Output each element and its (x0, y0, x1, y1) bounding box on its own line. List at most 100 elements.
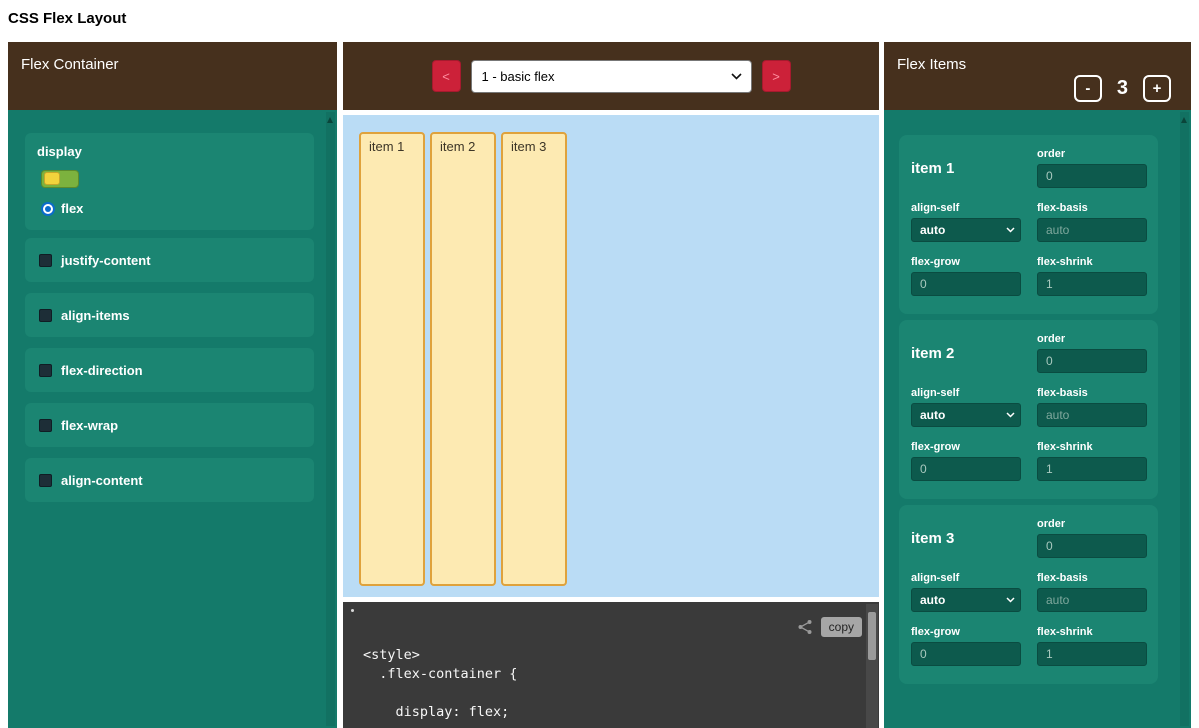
example-select[interactable]: 1 - basic flex (471, 60, 752, 93)
example-nav-header: < 1 - basic flex > (343, 42, 879, 110)
flex-container-body: display flex justify-content (8, 110, 337, 728)
flex-grow-input[interactable] (911, 457, 1021, 481)
order-label: order (1037, 333, 1147, 345)
align-self-select[interactable]: auto (911, 588, 1021, 612)
dot-icon (351, 609, 354, 612)
next-example-button[interactable]: > (762, 60, 791, 92)
scroll-up-icon[interactable] (327, 117, 333, 123)
remove-item-button[interactable]: - (1074, 75, 1102, 102)
order-label: order (1037, 518, 1147, 530)
flex-items-body: item 1 order align-self auto (884, 110, 1191, 728)
flex-container-panel: Flex Container display flex (8, 42, 337, 728)
display-label: display (37, 144, 302, 159)
toggle-knob-icon (44, 172, 60, 185)
flex-basis-field: flex-basis (1037, 572, 1147, 612)
flex-basis-field: flex-basis (1037, 202, 1147, 242)
property-card-justify-content[interactable]: justify-content (25, 238, 314, 282)
panels-row: Flex Container display flex (8, 42, 1191, 728)
property-card-align-items[interactable]: align-items (25, 293, 314, 337)
flex-shrink-label: flex-shrink (1037, 256, 1147, 268)
flex-basis-label: flex-basis (1037, 202, 1147, 214)
copy-button[interactable]: copy (821, 617, 862, 637)
align-self-label: align-self (911, 202, 1021, 214)
checkbox-icon[interactable] (39, 364, 52, 377)
order-input[interactable] (1037, 349, 1147, 373)
code-scrollbar[interactable] (866, 604, 878, 728)
flex-shrink-field: flex-shrink (1037, 256, 1147, 296)
flex-preview-area: item 1 item 2 item 3 (343, 115, 879, 597)
item-card-2: item 2 order align-self auto (899, 320, 1158, 499)
align-self-select[interactable]: auto (911, 403, 1021, 427)
flex-grow-label: flex-grow (911, 626, 1021, 638)
flex-preview-item-2: item 2 (430, 132, 496, 586)
right-panel-scrollbar[interactable] (1180, 112, 1189, 726)
flex-shrink-input[interactable] (1037, 457, 1147, 481)
example-select-wrap: 1 - basic flex (471, 60, 752, 93)
flex-radio[interactable] (41, 202, 55, 216)
code-line: <style> (363, 646, 839, 665)
flex-items-title: Flex Items (897, 56, 966, 73)
item-card-title: item 3 (911, 518, 1021, 558)
flex-shrink-input[interactable] (1037, 642, 1147, 666)
item-count: 3 (1117, 77, 1128, 100)
property-label: align-content (61, 473, 143, 488)
align-self-label: align-self (911, 572, 1021, 584)
property-label: justify-content (61, 253, 151, 268)
order-label: order (1037, 148, 1147, 160)
flex-grow-field: flex-grow (911, 626, 1021, 666)
align-self-field: align-self auto (911, 572, 1021, 612)
flex-basis-label: flex-basis (1037, 387, 1147, 399)
flex-grow-label: flex-grow (911, 441, 1021, 453)
flex-basis-field: flex-basis (1037, 387, 1147, 427)
align-self-label: align-self (911, 387, 1021, 399)
flex-grow-field: flex-grow (911, 256, 1021, 296)
flex-container-title: Flex Container (21, 56, 119, 73)
display-section: display flex (25, 133, 314, 230)
radio-dot-icon (45, 206, 51, 212)
checkbox-icon[interactable] (39, 419, 52, 432)
item-card-1: item 1 order align-self auto (899, 135, 1158, 314)
align-self-select[interactable]: auto (911, 218, 1021, 242)
order-input[interactable] (1037, 534, 1147, 558)
flex-items-header: Flex Items - 3 + (884, 42, 1191, 110)
property-card-flex-direction[interactable]: flex-direction (25, 348, 314, 392)
code-scrollbar-thumb[interactable] (868, 612, 876, 660)
prev-example-button[interactable]: < (432, 60, 461, 92)
code-line (363, 684, 839, 703)
scroll-up-icon[interactable] (1181, 117, 1187, 123)
flex-shrink-field: flex-shrink (1037, 626, 1147, 666)
flex-grow-input[interactable] (911, 642, 1021, 666)
flex-basis-input[interactable] (1037, 403, 1147, 427)
preview-panel: < 1 - basic flex > item 1 item 2 item 3 (343, 42, 879, 728)
left-panel-scrollbar[interactable] (326, 112, 335, 726)
page-title: CSS Flex Layout (8, 10, 126, 27)
property-card-align-content[interactable]: align-content (25, 458, 314, 502)
add-item-button[interactable]: + (1143, 75, 1171, 102)
code-block: copy <style> .flex-container { display: … (343, 602, 879, 728)
display-flex-option: flex (41, 201, 302, 216)
code-line: .flex-container { (363, 665, 839, 684)
share-icon[interactable] (797, 619, 813, 635)
checkbox-icon[interactable] (39, 254, 52, 267)
flex-preview-item-1: item 1 (359, 132, 425, 586)
flex-shrink-input[interactable] (1037, 272, 1147, 296)
flex-basis-input[interactable] (1037, 218, 1147, 242)
align-self-field: align-self auto (911, 202, 1021, 242)
flex-items-panel: Flex Items - 3 + item 1 order align-self (884, 42, 1191, 728)
property-card-flex-wrap[interactable]: flex-wrap (25, 403, 314, 447)
item-card-title: item 2 (911, 333, 1021, 373)
code-toolbar: copy (797, 617, 862, 637)
item-count-controls: - 3 + (1074, 75, 1171, 102)
flex-grow-input[interactable] (911, 272, 1021, 296)
flex-basis-label: flex-basis (1037, 572, 1147, 584)
flex-grow-label: flex-grow (911, 256, 1021, 268)
flex-preview-item-3: item 3 (501, 132, 567, 586)
align-self-field: align-self auto (911, 387, 1021, 427)
checkbox-icon[interactable] (39, 309, 52, 322)
display-toggle[interactable] (41, 170, 79, 188)
property-label: flex-wrap (61, 418, 118, 433)
property-label: align-items (61, 308, 130, 323)
flex-basis-input[interactable] (1037, 588, 1147, 612)
order-input[interactable] (1037, 164, 1147, 188)
checkbox-icon[interactable] (39, 474, 52, 487)
